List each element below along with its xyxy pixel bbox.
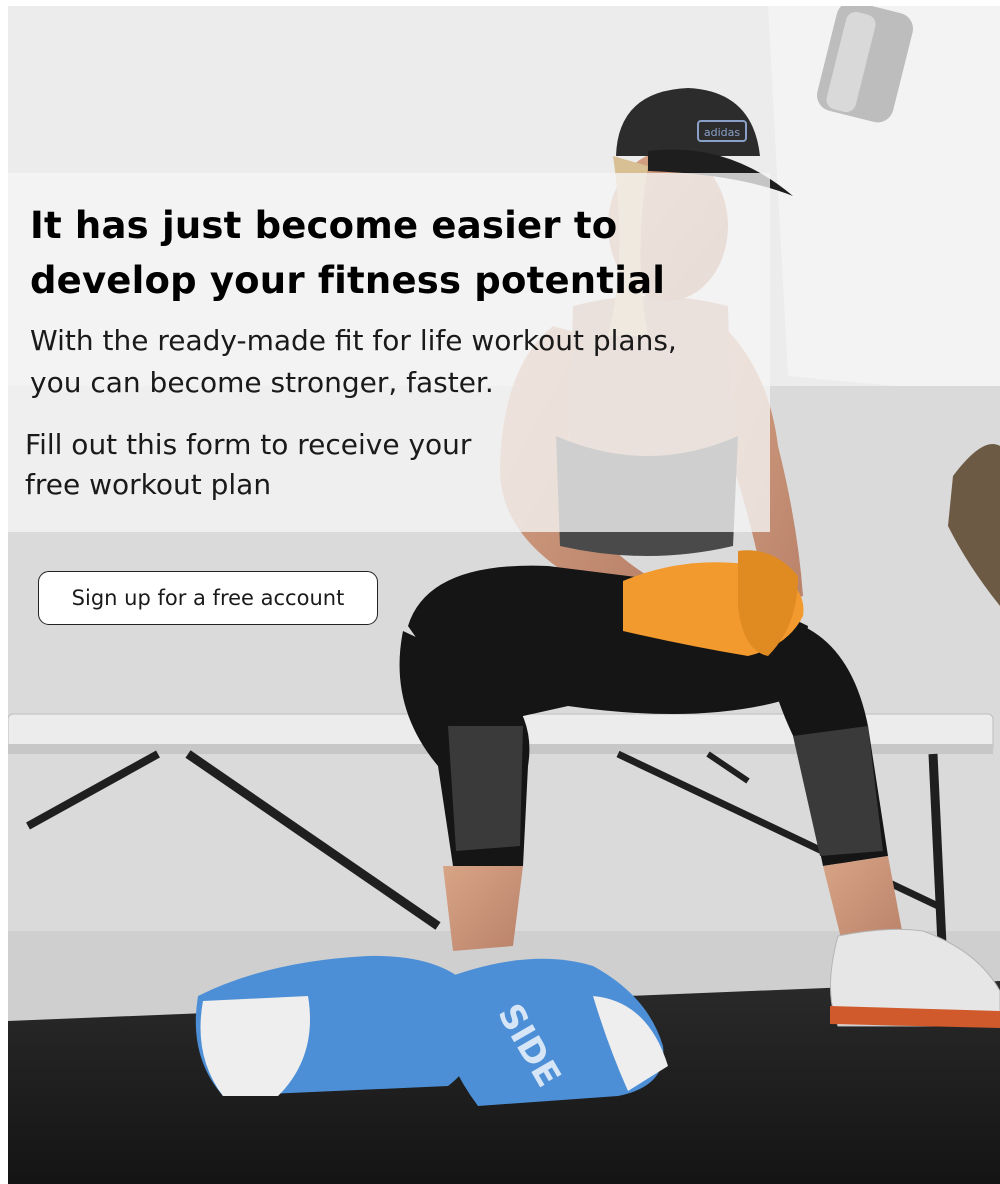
subtitle-line-1: With the ready-made fit for life workout… <box>30 324 677 357</box>
signup-button[interactable]: Sign up for a free account <box>38 571 378 625</box>
headline-line-2: develop your fitness potential <box>30 259 666 302</box>
headline-line-1: It has just become easier to <box>30 204 618 247</box>
landing-page: adidas SIDE It has just become easier to… <box>0 0 1000 1184</box>
boxing-gloves: SIDE <box>195 955 668 1106</box>
form-note-line-1: Fill out this form to receive your <box>25 428 472 461</box>
subtitle-line-2: you can become stronger, faster. <box>30 366 494 399</box>
cap-logo: adidas <box>704 126 741 139</box>
form-note-line-2: free workout plan <box>25 468 272 501</box>
form-instructions: Fill out this form to receive your free … <box>25 425 545 505</box>
hero-subtitle: With the ready-made fit for life workout… <box>30 320 750 404</box>
page-title: It has just become easier to develop you… <box>30 198 770 308</box>
